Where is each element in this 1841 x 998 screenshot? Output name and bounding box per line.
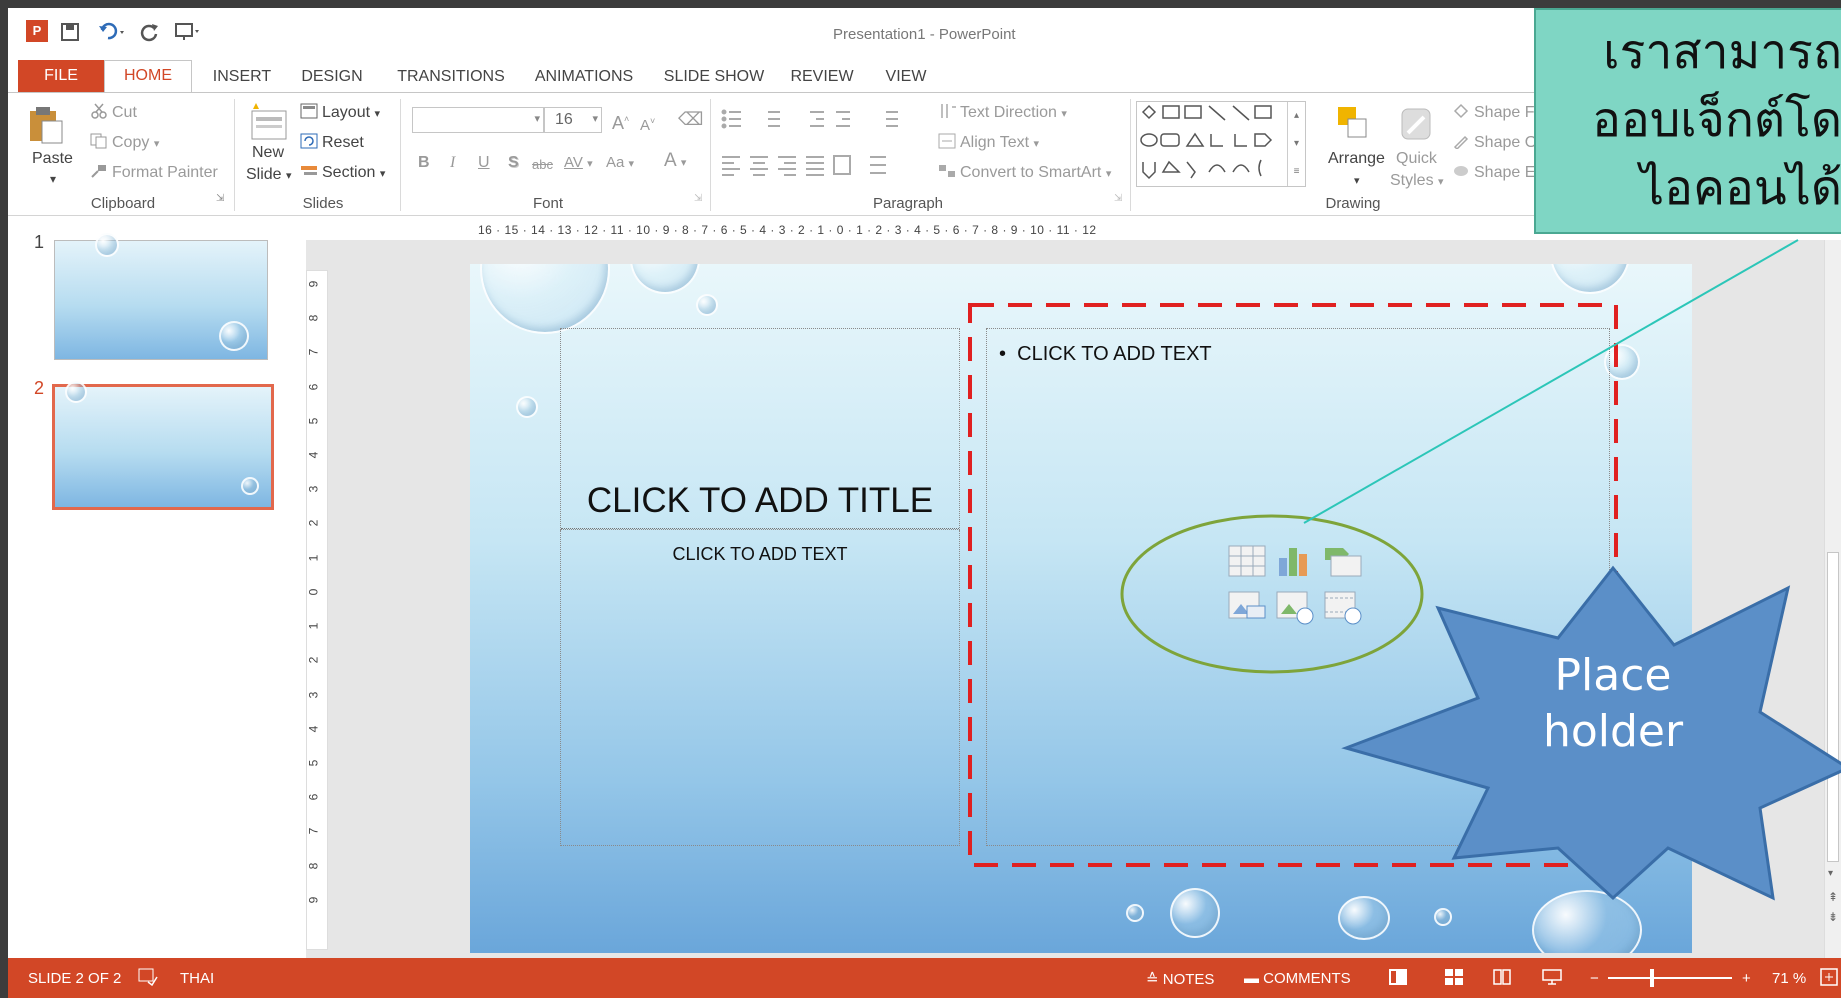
callout-line1: เราสามารถ — [1603, 24, 1841, 80]
comments-button[interactable]: ▬ COMMENTS — [1244, 970, 1351, 987]
zoom-in-button[interactable]: + — [1742, 970, 1751, 987]
thai-callout-box: เราสามารถ ออบเจ็กต์โด ไอคอนได้ — [1534, 8, 1841, 234]
powerpoint-window: P Presentation1 - PowerPoint FILE HOME I… — [8, 8, 1841, 998]
language-indicator[interactable]: THAI — [180, 970, 214, 987]
notes-button[interactable]: ≙ NOTES — [1146, 970, 1214, 988]
zoom-level[interactable]: 71 % — [1772, 970, 1806, 987]
callout-line3: ไอคอนได้ — [1639, 160, 1841, 216]
icons-highlight-ellipse — [1120, 514, 1424, 674]
slide-sorter-icon[interactable] — [1444, 968, 1464, 990]
slide-count: SLIDE 2 OF 2 — [28, 970, 122, 987]
reading-view-icon[interactable] — [1492, 968, 1512, 990]
star-label-line2: holder — [1542, 706, 1684, 757]
normal-view-icon[interactable] — [1388, 968, 1408, 990]
callout-line2: ออบเจ็กต์โด — [1592, 92, 1841, 148]
zoom-slider-thumb[interactable] — [1650, 969, 1654, 987]
notes-label: NOTES — [1162, 971, 1215, 988]
spell-check-icon[interactable] — [138, 968, 158, 990]
zoom-out-button[interactable]: − — [1590, 970, 1599, 987]
slideshow-view-icon[interactable] — [1542, 968, 1562, 990]
star-label-line1: Place — [1554, 650, 1672, 701]
star-label: Place holder — [1508, 648, 1718, 760]
comments-label: COMMENTS — [1263, 970, 1351, 987]
zoom-slider-track[interactable] — [1608, 977, 1732, 979]
status-bar: SLIDE 2 OF 2 THAI ≙ NOTES ▬ COMMENTS − +… — [8, 958, 1841, 998]
callout-pointer-line — [1303, 239, 1799, 524]
fit-slide-icon[interactable] — [1820, 968, 1838, 990]
